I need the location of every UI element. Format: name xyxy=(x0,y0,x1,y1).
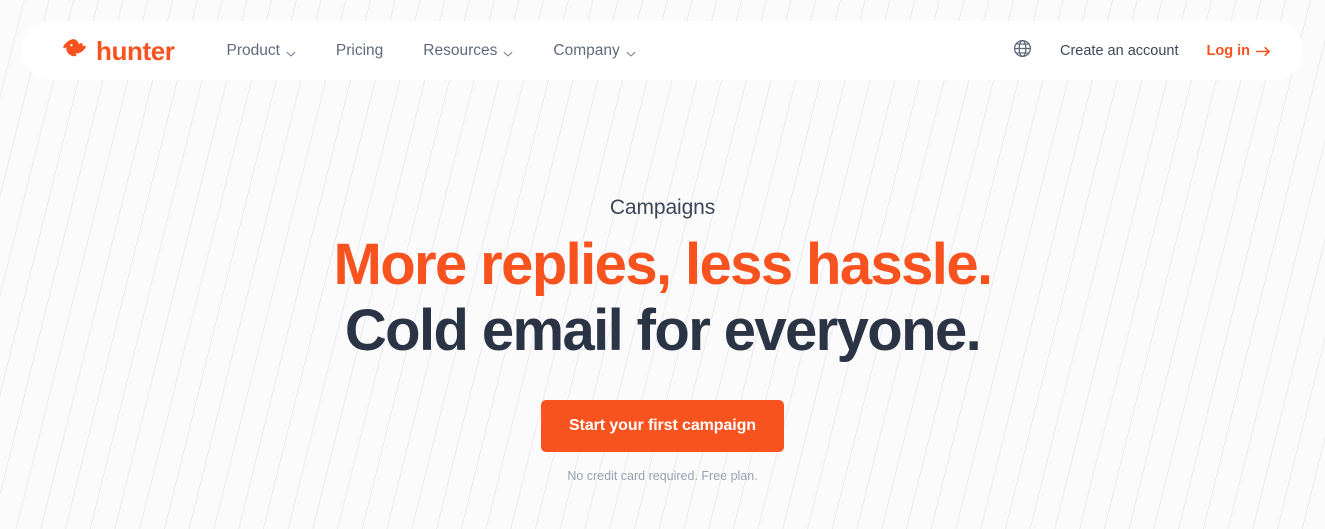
nav-item-product-label: Product xyxy=(226,41,280,59)
start-campaign-button[interactable]: Start your first campaign xyxy=(541,400,784,453)
nav-item-resources[interactable]: Resources xyxy=(423,42,513,60)
hero-headline-line-1: More replies, less hassle. xyxy=(333,232,994,298)
create-account-link[interactable]: Create an account xyxy=(1060,43,1179,59)
main-navigation: Product Pricing Resources Company xyxy=(226,41,636,60)
chevron-down-icon xyxy=(503,46,513,57)
hunter-wordmark: hunter xyxy=(96,35,175,66)
header-actions: Create an account Log in xyxy=(1013,39,1281,63)
hero-section: Campaigns More replies, less hassle. Col… xyxy=(0,196,1325,483)
nav-item-company-label: Company xyxy=(553,41,620,59)
nav-item-product[interactable]: Product xyxy=(226,41,296,60)
hero-headline: More replies, less hassle. Cold email fo… xyxy=(0,232,1325,363)
nav-item-pricing-label: Pricing xyxy=(335,41,384,59)
login-link[interactable]: Log in xyxy=(1207,43,1282,59)
hero-eyebrow: Campaigns xyxy=(609,196,716,219)
nav-item-company[interactable]: Company xyxy=(553,41,636,60)
chevron-down-icon xyxy=(626,46,636,57)
nav-item-pricing[interactable]: Pricing xyxy=(336,42,383,60)
login-label: Log in xyxy=(1206,42,1251,59)
chevron-down-icon xyxy=(286,46,296,57)
site-header: hunter Product Pricing Resources Company xyxy=(22,21,1303,80)
arrow-right-icon xyxy=(1256,45,1271,57)
hero-disclaimer: No credit card required. Free plan. xyxy=(567,469,758,484)
nav-item-resources-label: Resources xyxy=(423,41,498,59)
hunter-bird-mark-icon xyxy=(62,38,87,64)
globe-icon[interactable] xyxy=(1013,39,1032,63)
hero-headline-line-2: Cold email for everyone. xyxy=(344,297,982,363)
hunter-logo[interactable]: hunter xyxy=(62,35,175,66)
